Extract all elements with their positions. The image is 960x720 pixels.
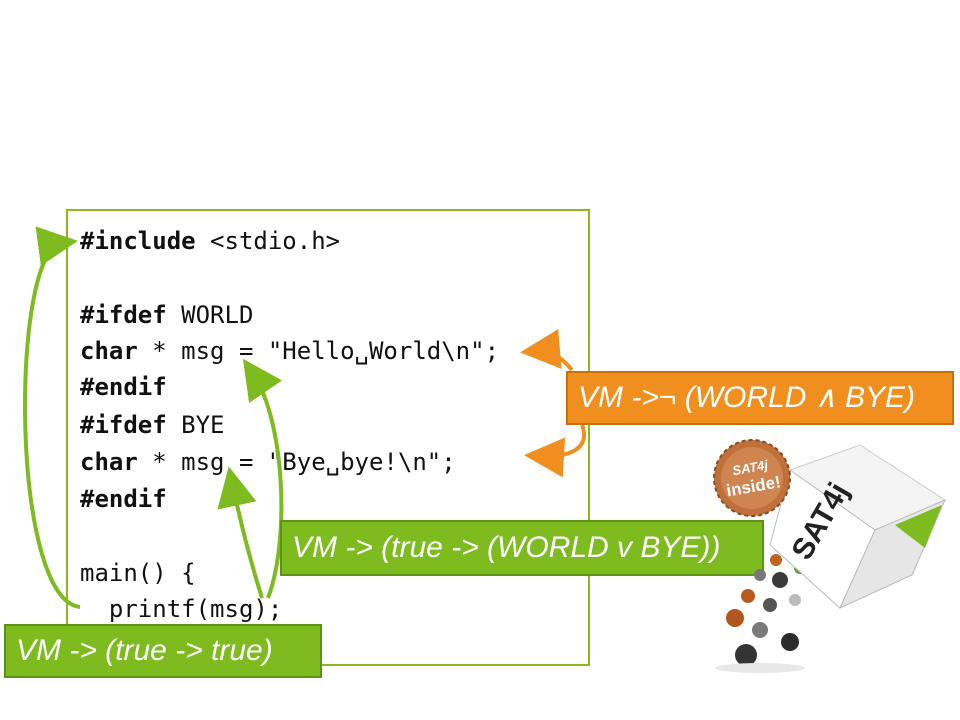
sat4j-logo: SAT4j SAT4j inside! <box>713 439 947 673</box>
marble-icon <box>726 609 744 627</box>
marble-icon <box>763 598 777 612</box>
marble-icon <box>752 622 768 638</box>
marble-icon <box>772 572 788 588</box>
marble-icon <box>735 644 757 666</box>
marble-icon <box>754 569 766 581</box>
marble-icon <box>789 594 801 606</box>
marble-icon <box>741 589 755 603</box>
marble-icon <box>781 633 799 651</box>
marble-icon <box>770 554 782 566</box>
shadow <box>715 663 805 673</box>
sat4j-box-icon: SAT4j <box>769 444 947 610</box>
